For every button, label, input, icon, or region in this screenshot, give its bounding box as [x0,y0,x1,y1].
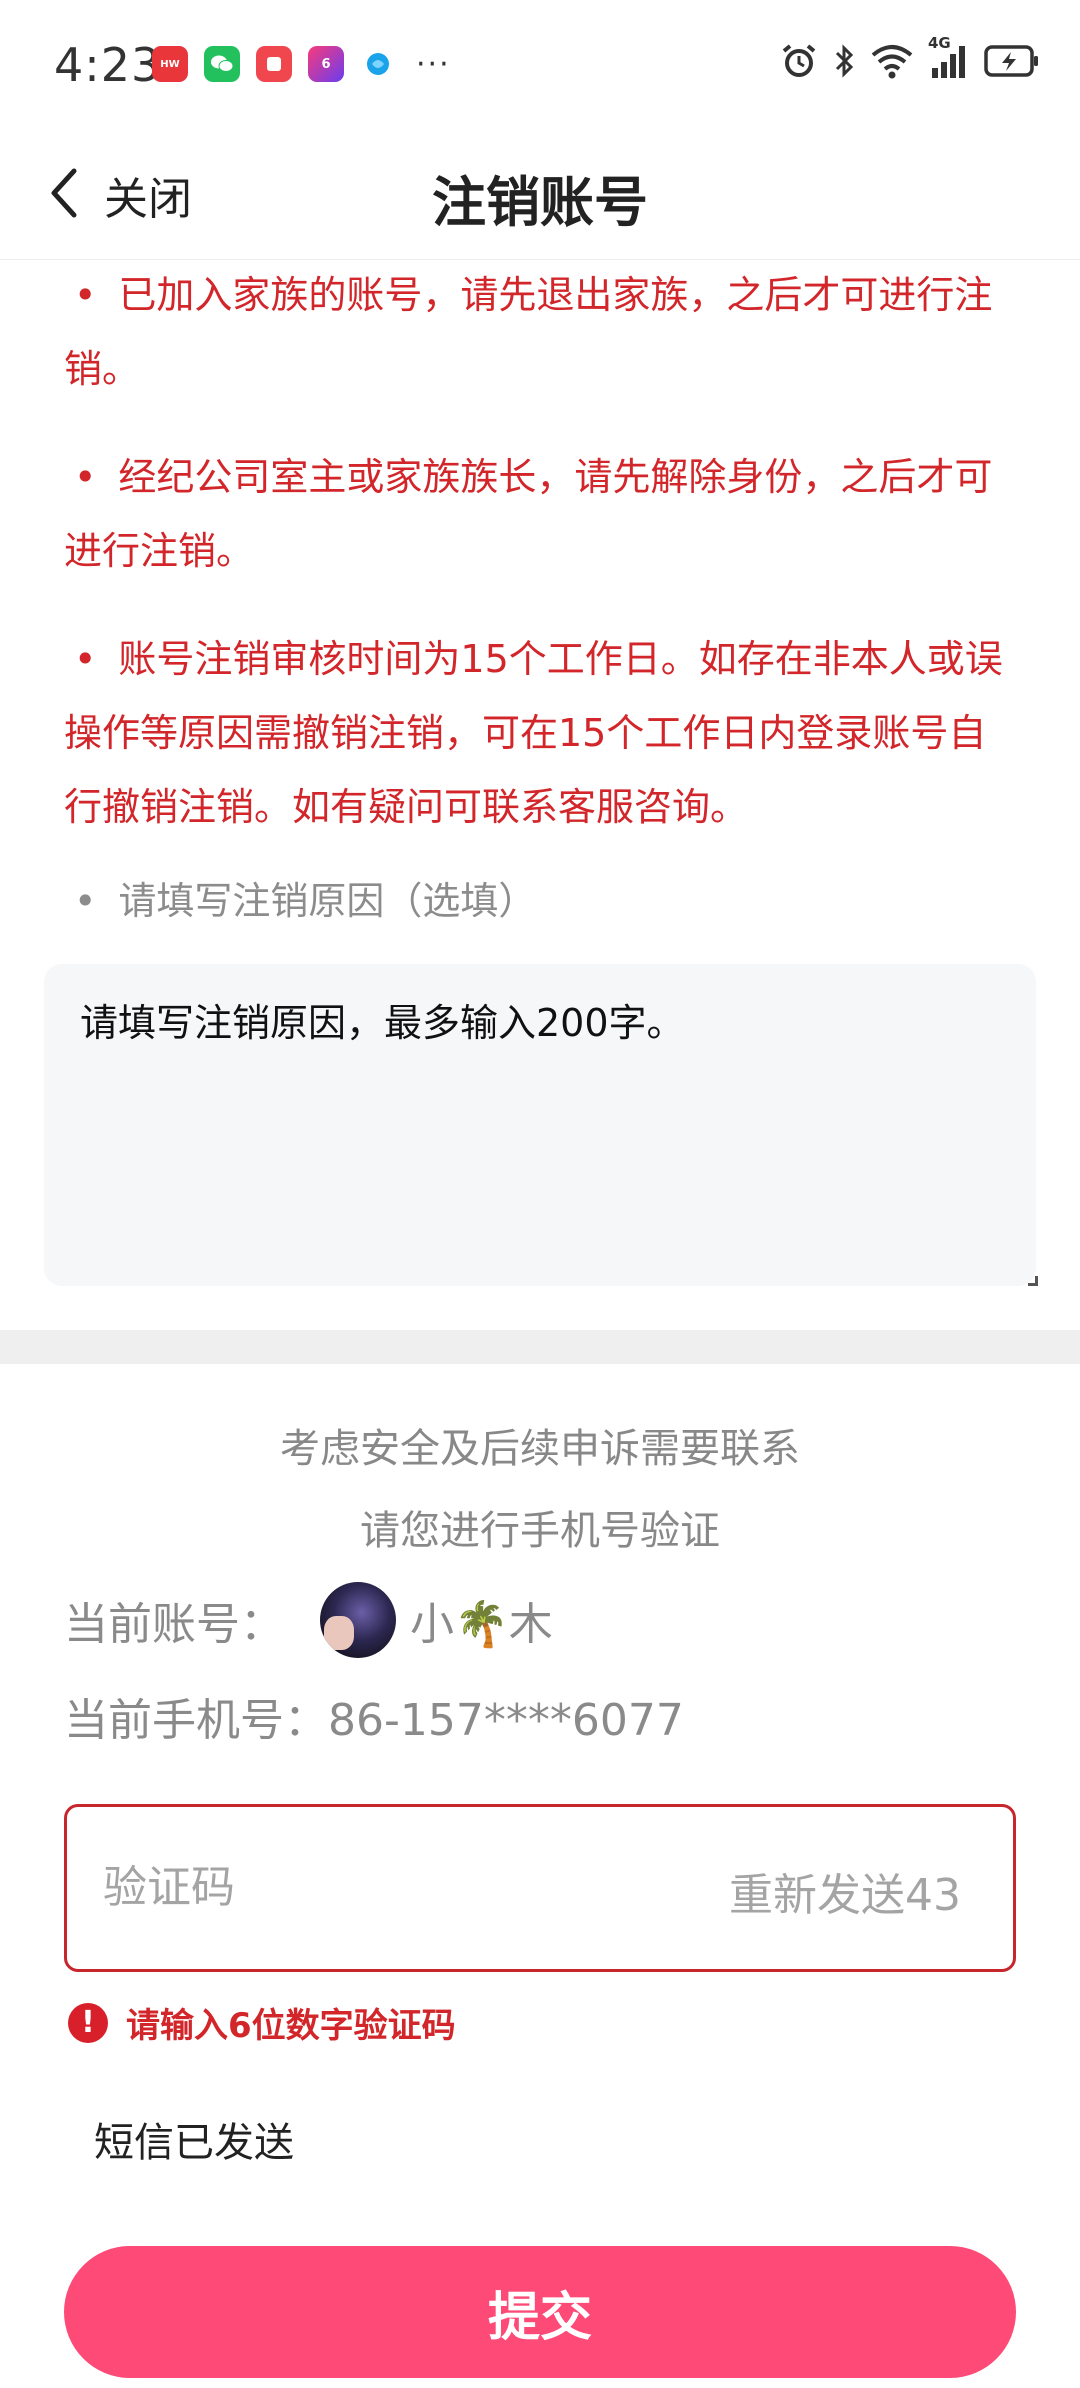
bullet: • [74,273,97,317]
huawei-app-icon: HW [152,46,188,82]
bullet: • [74,455,97,499]
wifi-icon [870,43,914,79]
page-title: 注销账号 [432,171,648,234]
section-divider [0,1330,1080,1364]
notification-app-icons: HW 6 ··· [152,46,451,82]
sms-sent-status: 短信已发送 [94,2120,294,2166]
six-app-icon: 6 [308,46,344,82]
resize-handle-icon[interactable] [1028,1276,1038,1286]
nav-bar: 关闭 注销账号 [0,130,1080,260]
current-phone-row: 当前手机号：86-157****6077 [64,1684,684,1748]
avatar [320,1582,396,1658]
bluetooth-icon [832,42,856,80]
blue-app-icon [360,46,396,82]
verify-hint-line-1: 考虑安全及后续申诉需要联系 [280,1426,800,1472]
notice-list: • 已加入家族的账号，请先退出家族，之后才可进行注销。 • 经纪公司室主或家族族长，… [64,258,1024,878]
reason-label-text: 请填写注销原因（选填） [118,879,537,923]
submit-button[interactable]: 提交 [64,2246,1016,2378]
resend-code-button[interactable]: 重新发送43 [729,1859,961,1923]
bullet: • [74,879,97,923]
alarm-icon [780,42,818,80]
system-icons: 4G [766,34,1040,80]
bullet: • [74,637,97,681]
current-account-row: 当前账号： 小🌴木 [64,1582,553,1658]
error-icon: ! [68,2002,108,2043]
code-error-message: ! 请输入6位数字验证码 [68,1998,456,2047]
status-time: 4:23 [54,38,162,92]
wechat-app-icon [204,46,240,82]
notice-item: • 已加入家族的账号，请先退出家族，之后才可进行注销。 [64,258,1024,406]
account-label: 当前账号： [64,1599,284,1650]
notice-text: 账号注销审核时间为15个工作日。如存在非本人或误操作等原因需撤销注销，可在15个… [64,637,1003,829]
network-type-label: 4G [928,34,951,52]
notice-item: • 账号注销审核时间为15个工作日。如存在非本人或误操作等原因需撤销注销，可在15… [64,622,1024,844]
account-nickname: 小🌴木 [410,1599,553,1650]
notice-text: 已加入家族的账号，请先退出家族，之后才可进行注销。 [64,273,993,391]
more-notifications-icon: ··· [416,46,451,82]
notice-item: • 经纪公司室主或家族族长，请先解除身份，之后才可进行注销。 [64,440,1024,588]
phone-label: 当前手机号： [64,1695,328,1746]
notice-text: 经纪公司室主或家族族长，请先解除身份，之后才可进行注销。 [64,455,993,573]
phone-number: 86-157****6077 [328,1695,684,1746]
red-app-icon [256,46,292,82]
verification-code-input[interactable] [103,1847,663,1927]
reason-label: • 请填写注销原因（选填） [74,870,536,925]
verify-hint-line-2: 请您进行手机号验证 [360,1508,720,1554]
error-text: 请输入6位数字验证码 [126,2006,456,2046]
cellular-signal-icon: 4G [928,34,970,80]
battery-icon [984,44,1040,78]
verification-code-field: 重新发送43 [64,1804,1016,1972]
status-bar: 4:23 HW 6 ··· 4G [0,0,1080,130]
reason-textarea[interactable] [44,964,1036,1286]
